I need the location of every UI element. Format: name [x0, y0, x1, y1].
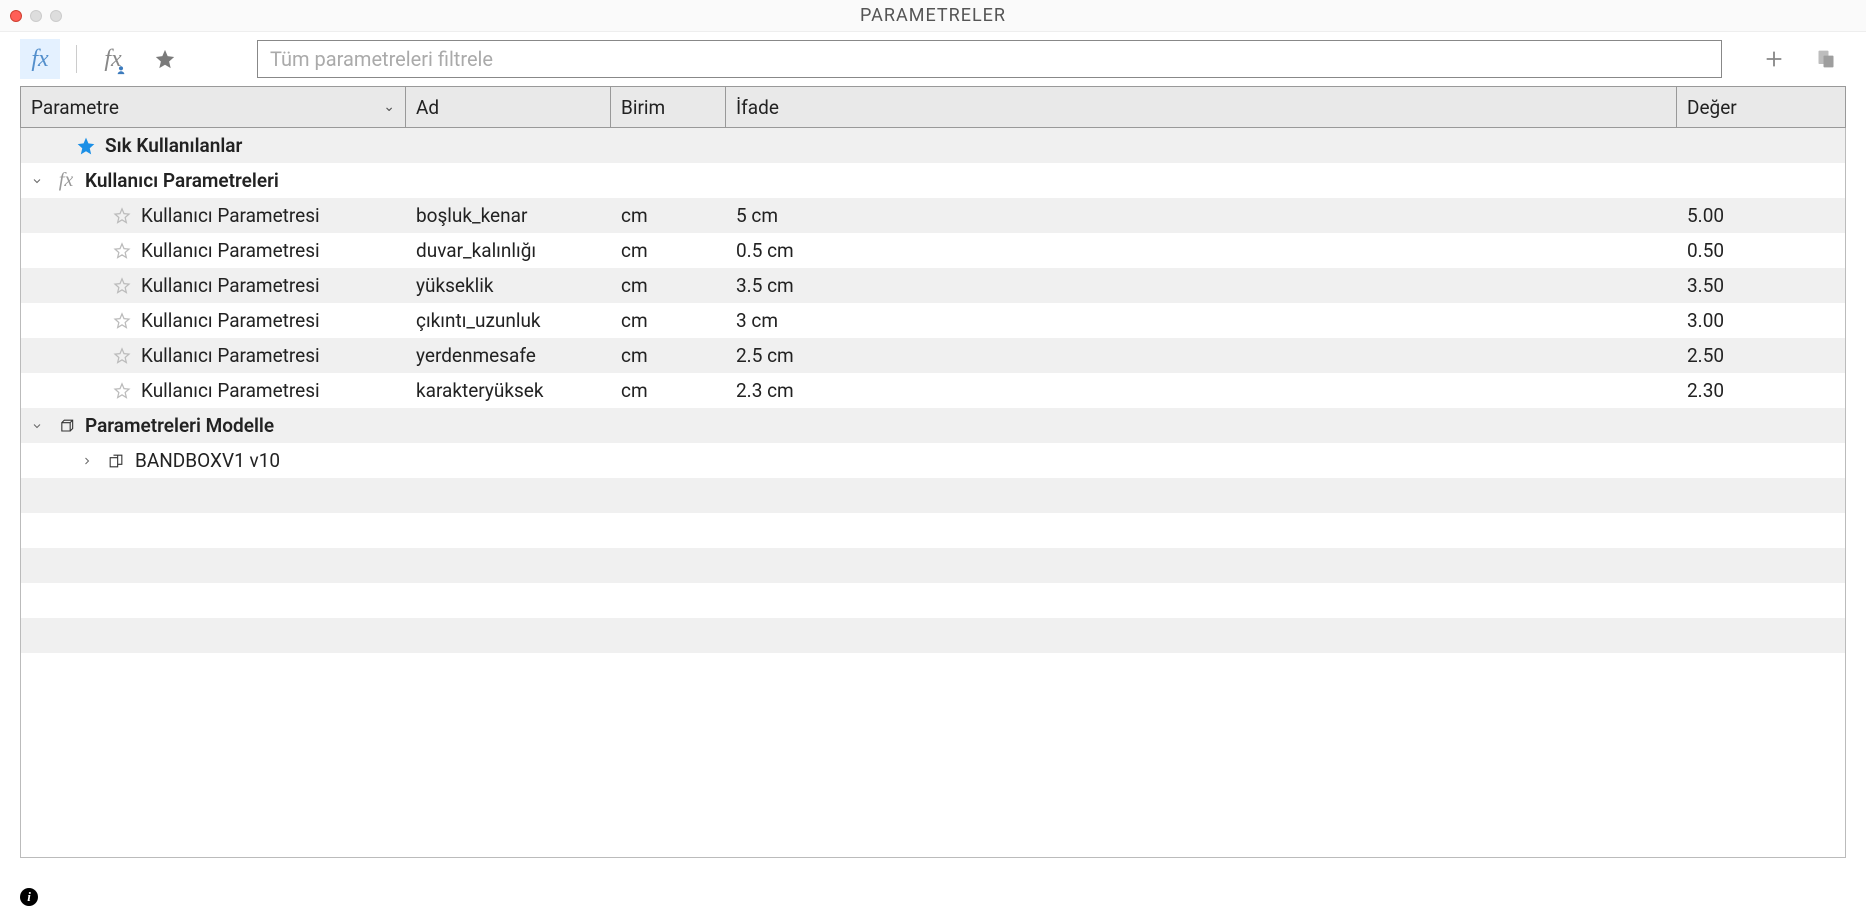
- fx-icon: fx: [31, 46, 48, 73]
- paste-icon: [1816, 48, 1836, 70]
- favorite-toggle[interactable]: [111, 205, 133, 227]
- filter-search: [257, 40, 1722, 78]
- titlebar: PARAMETRELER: [0, 0, 1866, 32]
- parameter-name[interactable]: duvar_kalınlığı: [406, 233, 611, 268]
- parameter-value: 5.00: [1677, 198, 1845, 233]
- window-controls: [10, 10, 62, 22]
- parameter-row[interactable]: Kullanıcı Parametresi: [21, 303, 406, 338]
- group-favorites[interactable]: Sık Kullanılanlar: [21, 128, 406, 163]
- group-model-parameters-label: Parametreleri Modelle: [85, 414, 274, 437]
- fx-user-button[interactable]: fx: [93, 39, 133, 79]
- plus-icon: [1763, 48, 1785, 70]
- header-parameter-label: Parametre: [31, 96, 119, 119]
- window-title: PARAMETRELER: [860, 5, 1006, 26]
- cube-icon: [55, 415, 77, 437]
- component-icon: [105, 450, 127, 472]
- header-unit[interactable]: Birim: [611, 87, 726, 127]
- table-header: Parametre ⌄ Ad Birim İfade Değer: [20, 86, 1846, 128]
- fx-user-icon: fx: [104, 46, 121, 73]
- parameter-expression[interactable]: 5 cm: [726, 198, 1677, 233]
- model-item-label: BANDBOXV1 v10: [135, 449, 280, 472]
- parameter-row[interactable]: Kullanıcı Parametresi: [21, 373, 406, 408]
- parameter-unit[interactable]: cm: [611, 233, 726, 268]
- parameter-type-label: Kullanıcı Parametresi: [141, 344, 320, 367]
- header-name-label: Ad: [416, 96, 439, 119]
- parameter-value: 2.30: [1677, 373, 1845, 408]
- parameter-type-label: Kullanıcı Parametresi: [141, 239, 320, 262]
- group-favorites-label: Sık Kullanılanlar: [105, 134, 242, 157]
- group-user-parameters-label: Kullanıcı Parametreleri: [85, 169, 279, 192]
- parameter-row[interactable]: Kullanıcı Parametresi: [21, 268, 406, 303]
- parameter-type-label: Kullanıcı Parametresi: [141, 309, 320, 332]
- group-model-parameters[interactable]: Parametreleri Modelle: [21, 408, 406, 443]
- header-value[interactable]: Değer: [1677, 87, 1845, 127]
- favorite-toggle[interactable]: [111, 310, 133, 332]
- favorite-toggle[interactable]: [111, 240, 133, 262]
- favorite-toggle[interactable]: [111, 380, 133, 402]
- chevron-down-icon: ⌄: [383, 99, 395, 115]
- status-bar: i: [0, 878, 1866, 916]
- parameter-row[interactable]: Kullanıcı Parametresi: [21, 338, 406, 373]
- parameter-type-label: Kullanıcı Parametresi: [141, 274, 320, 297]
- header-name[interactable]: Ad: [406, 87, 611, 127]
- fx-all-button[interactable]: fx: [20, 39, 60, 79]
- parameter-expression[interactable]: 0.5 cm: [726, 233, 1677, 268]
- star-icon: [154, 48, 176, 70]
- header-expression-label: İfade: [736, 96, 779, 119]
- filter-input[interactable]: [257, 40, 1722, 78]
- header-unit-label: Birim: [621, 96, 665, 119]
- parameter-row[interactable]: Kullanıcı Parametresi: [21, 198, 406, 233]
- favorite-toggle[interactable]: [111, 345, 133, 367]
- parameter-expression[interactable]: 2.3 cm: [726, 373, 1677, 408]
- parameter-unit[interactable]: cm: [611, 198, 726, 233]
- favorites-filter-button[interactable]: [145, 39, 185, 79]
- maximize-window-button[interactable]: [50, 10, 62, 22]
- parameter-expression[interactable]: 3 cm: [726, 303, 1677, 338]
- toolbar: fx fx: [0, 32, 1866, 86]
- favorite-toggle[interactable]: [111, 275, 133, 297]
- parameter-unit[interactable]: cm: [611, 268, 726, 303]
- parameter-name[interactable]: boşluk_kenar: [406, 198, 611, 233]
- header-expression[interactable]: İfade: [726, 87, 1677, 127]
- parameter-type-label: Kullanıcı Parametresi: [141, 204, 320, 227]
- parameter-unit[interactable]: cm: [611, 338, 726, 373]
- parameter-value: 3.00: [1677, 303, 1845, 338]
- chevron-right-icon[interactable]: [81, 455, 97, 467]
- group-user-parameters[interactable]: fx Kullanıcı Parametreleri: [21, 163, 406, 198]
- parameter-name[interactable]: çıkıntı_uzunluk: [406, 303, 611, 338]
- info-icon[interactable]: i: [20, 888, 38, 906]
- parameter-table: Parametre ⌄ Ad Birim İfade Değer Sık Kul…: [0, 86, 1866, 878]
- model-item[interactable]: BANDBOXV1 v10: [21, 443, 406, 478]
- fx-icon: fx: [55, 170, 77, 192]
- parameter-unit[interactable]: cm: [611, 303, 726, 338]
- chevron-down-icon[interactable]: [31, 420, 47, 432]
- star-icon: [75, 135, 97, 157]
- parameter-expression[interactable]: 2.5 cm: [726, 338, 1677, 373]
- parameter-value: 0.50: [1677, 233, 1845, 268]
- header-value-label: Değer: [1687, 96, 1737, 119]
- parameter-row[interactable]: Kullanıcı Parametresi: [21, 233, 406, 268]
- parameter-name[interactable]: yerdenmesafe: [406, 338, 611, 373]
- parameter-expression[interactable]: 3.5 cm: [726, 268, 1677, 303]
- parameter-value: 3.50: [1677, 268, 1845, 303]
- parameter-value: 2.50: [1677, 338, 1845, 373]
- parameter-name[interactable]: karakteryüksek: [406, 373, 611, 408]
- minimize-window-button[interactable]: [30, 10, 42, 22]
- header-parameter[interactable]: Parametre ⌄: [21, 87, 406, 127]
- chevron-down-icon[interactable]: [31, 175, 47, 187]
- parameter-type-label: Kullanıcı Parametresi: [141, 379, 320, 402]
- parameter-name[interactable]: yükseklik: [406, 268, 611, 303]
- add-parameter-button[interactable]: [1754, 39, 1794, 79]
- toolbar-separator: [76, 45, 77, 73]
- paste-parameter-button[interactable]: [1806, 39, 1846, 79]
- close-window-button[interactable]: [10, 10, 22, 22]
- parameter-unit[interactable]: cm: [611, 373, 726, 408]
